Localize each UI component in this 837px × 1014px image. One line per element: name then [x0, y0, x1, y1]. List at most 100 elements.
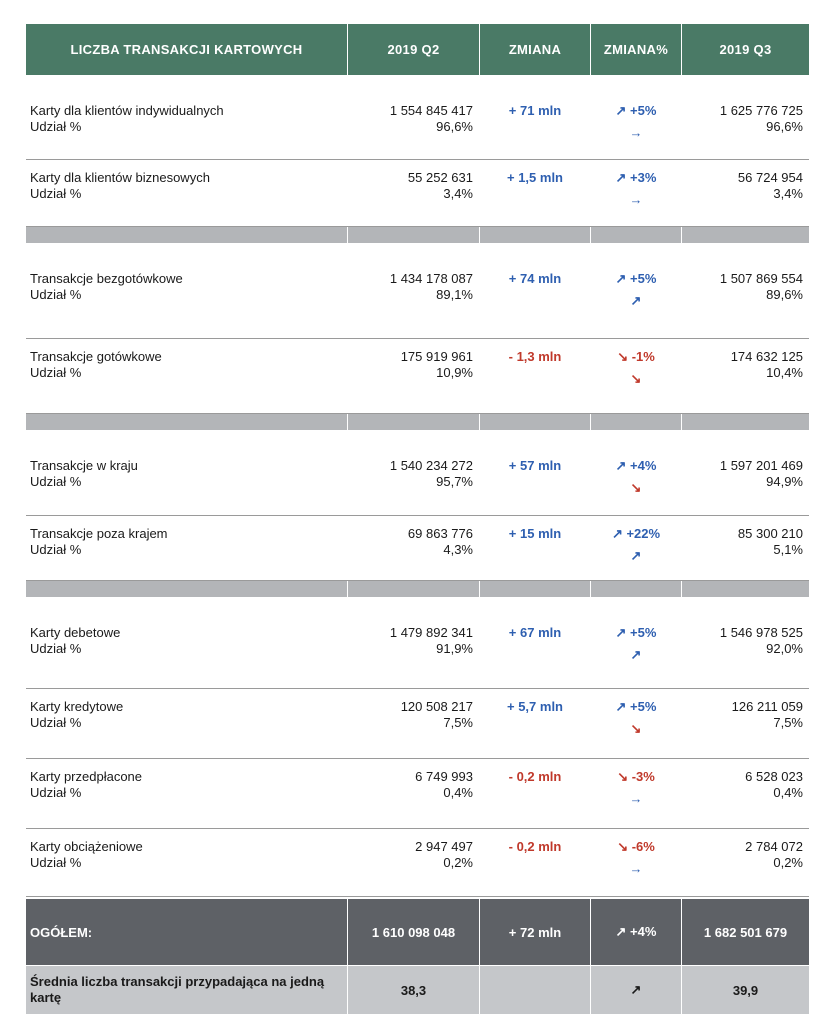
- share-trend-icon: ↘: [630, 721, 642, 736]
- q2-share: 95,7%: [436, 474, 473, 489]
- change-value: + 71 mln: [508, 103, 562, 118]
- share-trend-icon: →: [629, 861, 643, 876]
- q2-value: 1 434 178 087: [389, 271, 473, 286]
- row-label: Transakcje gotówkowe: [30, 349, 162, 364]
- q3-share: 0,2%: [773, 855, 803, 870]
- table-row: Transakcje gotówkowe Udział % 175 919 961 1…: [26, 339, 809, 414]
- q3-value: 174 632 125: [730, 349, 803, 364]
- q3-value: 56 724 954: [737, 170, 803, 185]
- row-label: Transakcje w kraju: [30, 458, 138, 473]
- row-label: Karty przedpłacone: [30, 769, 143, 784]
- row-share-label: Udział %: [30, 474, 82, 489]
- table-header: LICZBA TRANSAKCJI KARTOWYCH 2019 Q2 ZMIA…: [26, 24, 809, 75]
- q3-value: 2 784 072: [745, 839, 803, 854]
- header-title: LICZBA TRANSAKCJI KARTOWYCH: [26, 24, 347, 75]
- average-change: [480, 966, 590, 1014]
- change-pct: ↗ +5%: [615, 699, 657, 714]
- q2-value: 1 540 234 272: [389, 458, 473, 473]
- q2-share: 96,6%: [436, 119, 473, 134]
- total-q2: 1 610 098 048: [348, 899, 479, 965]
- share-trend-icon: ↗: [630, 548, 642, 563]
- table-row: Transakcje bezgotówkowe Udział % 1 434 178…: [26, 261, 809, 339]
- row-share-label: Udział %: [30, 855, 82, 870]
- average-q3: 39,9: [682, 966, 809, 1014]
- row-label: Karty obciążeniowe: [30, 839, 143, 854]
- q3-value: 1 507 869 554: [719, 271, 803, 286]
- q3-share: 3,4%: [773, 186, 803, 201]
- row-share-label: Udział %: [30, 119, 82, 134]
- q2-share: 0,4%: [443, 785, 473, 800]
- separator-cell: [682, 414, 809, 430]
- table-row: Karty obciążeniowe Udział % 2 947 497 0,2% -…: [26, 829, 809, 897]
- average-label: Średnia liczba transakcji przypadająca n…: [26, 966, 347, 1014]
- change-pct: ↗ +5%: [615, 625, 657, 640]
- change-value: + 15 mln: [508, 526, 562, 541]
- separator-cell: [348, 227, 479, 243]
- row-share-label: Udział %: [30, 287, 82, 302]
- q2-value: 175 919 961: [400, 349, 473, 364]
- table-row: Karty debetowe Udział % 1 479 892 341 91,9%…: [26, 615, 809, 689]
- q2-value: 120 508 217: [400, 699, 473, 714]
- change-value: - 0,2 mln: [508, 839, 562, 854]
- header-change: ZMIANA: [480, 24, 590, 75]
- q2-value: 2 947 497: [415, 839, 473, 854]
- share-trend-icon: ↘: [630, 371, 642, 386]
- total-q3: 1 682 501 679: [682, 899, 809, 965]
- header-q2: 2019 Q2: [348, 24, 479, 75]
- separator-cell: [348, 581, 479, 597]
- total-change-pct: ↗ +4%: [591, 899, 681, 965]
- share-trend-icon: ↗: [630, 647, 642, 662]
- change-value: + 5,7 mln: [507, 699, 563, 714]
- change-pct: ↗ +22%: [611, 526, 661, 541]
- q3-share: 96,6%: [766, 119, 803, 134]
- q3-share: 89,6%: [766, 287, 803, 302]
- separator-cell: [591, 227, 681, 243]
- change-pct: ↘ -6%: [617, 839, 655, 854]
- group-separator: [26, 581, 809, 597]
- share-trend-icon: →: [629, 192, 643, 207]
- separator-cell: [480, 227, 590, 243]
- separator-cell: [682, 581, 809, 597]
- change-value: - 0,2 mln: [508, 769, 562, 784]
- table-row: Karty dla klientów biznesowych Udział % 55…: [26, 160, 809, 227]
- q2-share: 91,9%: [436, 641, 473, 656]
- q2-value: 1 554 845 417: [389, 103, 473, 118]
- q3-share: 92,0%: [766, 641, 803, 656]
- share-trend-icon: ↗: [630, 293, 642, 308]
- total-label: OGÓŁEM:: [26, 899, 347, 965]
- row-label: Karty dla klientów biznesowych: [30, 170, 210, 185]
- change-pct: ↘ -1%: [617, 349, 655, 364]
- share-trend-icon: →: [629, 791, 643, 806]
- q2-share: 10,9%: [436, 365, 473, 380]
- change-value: + 74 mln: [508, 271, 562, 286]
- separator-cell: [591, 581, 681, 597]
- q2-share: 0,2%: [443, 855, 473, 870]
- table-row: Karty dla klientów indywidualnych Udział …: [26, 93, 809, 160]
- change-pct: ↗ +5%: [615, 103, 657, 118]
- separator-cell: [480, 581, 590, 597]
- q2-value: 6 749 993: [415, 769, 473, 784]
- q2-share: 3,4%: [443, 186, 473, 201]
- q3-value: 85 300 210: [737, 526, 803, 541]
- separator-cell: [480, 414, 590, 430]
- table-row: Transakcje w kraju Udział % 1 540 234 272 9…: [26, 448, 809, 516]
- group-separator: [26, 414, 809, 430]
- separator-cell: [26, 581, 347, 597]
- q3-value: 1 597 201 469: [719, 458, 803, 473]
- q3-share: 5,1%: [773, 542, 803, 557]
- separator-cell: [26, 227, 347, 243]
- row-divider: [26, 896, 809, 897]
- header-q3: 2019 Q3: [682, 24, 809, 75]
- row-label: Karty dla klientów indywidualnych: [30, 103, 224, 118]
- row-label: Karty kredytowe: [30, 699, 124, 714]
- row-label: Transakcje bezgotówkowe: [30, 271, 183, 286]
- row-label: Transakcje poza krajem: [30, 526, 168, 541]
- q2-value: 55 252 631: [407, 170, 473, 185]
- total-change: + 72 mln: [480, 899, 590, 965]
- average-trend-icon: ↗: [591, 966, 681, 1014]
- change-pct: ↗ +4%: [615, 458, 657, 473]
- row-share-label: Udział %: [30, 186, 82, 201]
- q2-share: 7,5%: [443, 715, 473, 730]
- q2-value: 1 479 892 341: [389, 625, 473, 640]
- q3-share: 10,4%: [766, 365, 803, 380]
